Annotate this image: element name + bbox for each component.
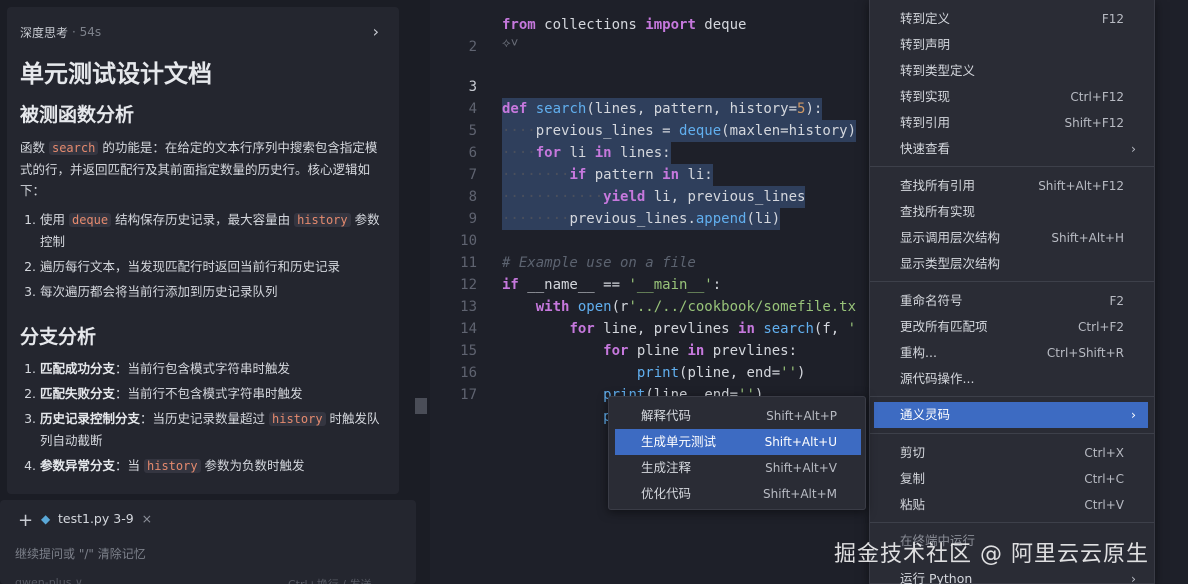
code-line: 8 ········previous_lines.append(li): [430, 164, 781, 230]
menu-separator: [870, 396, 1154, 397]
file-context-chip[interactable]: ◆ test1.py 3-9 ×: [41, 508, 152, 528]
add-context-icon[interactable]: +: [18, 510, 33, 531]
submenu-item-generate-comments[interactable]: 生成注释 Shift+Alt+V: [609, 455, 865, 481]
menu-separator: [870, 433, 1154, 434]
chevron-right-icon[interactable]: ›: [373, 22, 379, 41]
list-item: 使用 deque 结构保存历史记录，最大容量由 history 参数控制: [40, 209, 385, 252]
watermark: 掘金技术社区 @ 阿里云云原生: [834, 542, 1149, 567]
close-icon[interactable]: ×: [142, 511, 152, 526]
code-line: 3 def search(lines, pattern, history=5):: [430, 54, 823, 120]
menu-item-run-python[interactable]: 运行 Python ›: [870, 566, 1154, 584]
file-chip-label: test1.py 3-9: [58, 510, 134, 526]
chat-input-field[interactable]: 继续提问或 "/" 清除记忆: [15, 545, 146, 562]
code-line: 12 with open(r'../../cookbook/somefile.t…: [460, 277, 857, 315]
scrollbar-thumb[interactable]: [415, 398, 427, 414]
code-line: 11 if __name__ == '__main__':: [460, 255, 722, 293]
intro-paragraph: 函数 search 的功能是：在给定的文本行序列中搜索包含指定模式的行，并返回匹…: [20, 140, 378, 198]
menu-separator: [870, 281, 1154, 282]
code-line: 7 ············yield li, previous_lines: [430, 142, 806, 208]
menu-item-go-to-type-definition[interactable]: 转到类型定义: [870, 58, 1154, 84]
code-line: 10 # Example use on a file: [460, 233, 696, 271]
menu-item-show-call-hierarchy[interactable]: 显示调用层次结构 Shift+Alt+H: [870, 225, 1154, 251]
code-line: from collections import deque: [502, 17, 747, 33]
list-item: 匹配失败分支：当前行不包含模式字符串时触发: [40, 383, 385, 404]
code-line: 17 print('-' * 20): [460, 387, 730, 425]
menu-item-go-to-declaration[interactable]: 转到声明: [870, 32, 1154, 58]
menu-item-find-all-references[interactable]: 查找所有引用 Shift+Alt+F12: [870, 173, 1154, 199]
python-file-icon: ◆: [41, 512, 51, 526]
list-item: 每次遍历都会将当前行添加到历史记录队列: [40, 281, 385, 302]
thinking-card: 深度思考 · 54s › 单元测试设计文档 被测函数分析 函数 search 的…: [7, 7, 399, 494]
menu-item-copy[interactable]: 复制 Ctrl+C: [870, 466, 1154, 492]
code-action-icon[interactable]: ⟡˅: [502, 36, 518, 51]
section-title-function-analysis: 被测函数分析: [20, 104, 135, 126]
doc-title: 单元测试设计文档: [20, 60, 212, 88]
menu-item-go-to-implementation[interactable]: 转到实现 Ctrl+F12: [870, 84, 1154, 110]
code-line: 2: [468, 39, 477, 55]
section-title-branch-analysis: 分支分析: [20, 326, 97, 348]
logic-list: 使用 deque 结构保存历史记录，最大容量由 history 参数控制 遍历每…: [20, 209, 385, 302]
menu-item-tongyi-lingma[interactable]: 通义灵码 ›: [874, 402, 1148, 428]
code-line: 4 ····previous_lines = deque(maxlen=hist…: [430, 76, 857, 142]
menu-separator: [870, 166, 1154, 167]
menu-item-refactor[interactable]: 重构... Ctrl+Shift+R: [870, 340, 1154, 366]
submenu-item-generate-unit-test[interactable]: 生成单元测试 Shift+Alt+U: [615, 429, 861, 455]
menu-item-peek[interactable]: 快速查看 ›: [870, 136, 1154, 162]
tongyi-lingma-submenu: 解释代码 Shift+Alt+P 生成单元测试 Shift+Alt+U 生成注释 Sh…: [608, 396, 866, 510]
menu-item-go-to-references[interactable]: 转到引用 Shift+F12: [870, 110, 1154, 136]
chevron-right-icon: ›: [1131, 141, 1136, 156]
menu-item-rename-symbol[interactable]: 重命名符号 F2: [870, 288, 1154, 314]
menu-item-change-all-occurrences[interactable]: 更改所有匹配项 Ctrl+F2: [870, 314, 1154, 340]
chevron-right-icon: ›: [1131, 571, 1136, 584]
menu-item-find-all-implementations[interactable]: 查找所有实现: [870, 199, 1154, 225]
menu-item-source-action[interactable]: 源代码操作...: [870, 366, 1154, 392]
list-item: 遍历每行文本，当发现匹配行时返回当前行和历史记录: [40, 256, 385, 277]
model-selector[interactable]: qwen-plus ∨: [15, 576, 83, 584]
list-item: 参数异常分支：当 history 参数为负数时触发: [40, 455, 385, 477]
menu-item-go-to-definition[interactable]: 转到定义 F12: [870, 6, 1154, 32]
menu-item-cut[interactable]: 剪切 Ctrl+X: [870, 440, 1154, 466]
code-line: 6 ········if pattern in li:: [430, 120, 713, 186]
menu-separator: [870, 522, 1154, 523]
ai-chat-panel: 深度思考 · 54s › 单元测试设计文档 被测函数分析 函数 search 的…: [0, 0, 430, 584]
submenu-item-explain-code[interactable]: 解释代码 Shift+Alt+P: [609, 403, 865, 429]
branch-list: 匹配成功分支：当前行包含模式字符串时触发 匹配失败分支：当前行不包含模式字符串时…: [20, 358, 385, 477]
menu-item-show-type-hierarchy[interactable]: 显示类型层次结构: [870, 251, 1154, 277]
editor-context-menu: 转到定义 F12 转到声明 转到类型定义 转到实现 Ctrl+F12 转到引用 Shi…: [869, 0, 1155, 584]
code-line: 14 for pline in prevlines:: [460, 321, 798, 359]
send-hint: Ctrl+换行 / 发送: [288, 576, 372, 584]
code-line: 9: [468, 211, 477, 227]
list-item: 历史记录控制分支：当历史记录数量超过 history 时触发队列自动截断: [40, 408, 385, 451]
code-line: 5 ····for li in lines:: [430, 98, 671, 164]
thinking-time: · 54s: [72, 25, 102, 39]
list-item: 匹配成功分支：当前行包含模式字符串时触发: [40, 358, 385, 379]
submenu-item-optimize-code[interactable]: 优化代码 Shift+Alt+M: [609, 481, 865, 507]
code-line: 16 print(line, end=''): [460, 365, 764, 403]
deep-thinking-label: 深度思考: [20, 25, 69, 40]
inline-code: search: [48, 141, 99, 155]
code-line: 13 for line, prevlines in search(f, ': [460, 299, 857, 337]
deep-thinking-header[interactable]: 深度思考 · 54s ›: [20, 22, 385, 41]
chevron-right-icon: ›: [1131, 407, 1136, 422]
menu-item-paste[interactable]: 粘贴 Ctrl+V: [870, 492, 1154, 518]
code-line: 15 print(pline, end=''): [460, 343, 806, 381]
